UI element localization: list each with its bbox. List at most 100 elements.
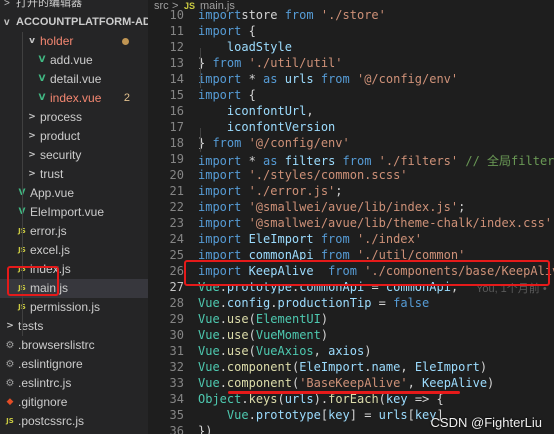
code-token: import (198, 232, 249, 246)
code-token: '@smallwei/avue/lib/theme-chalk/index.cs… (248, 216, 553, 230)
code-token: keys (248, 392, 278, 406)
folder-chevron-icon: > (28, 131, 36, 141)
file-tree-item-label: security (40, 148, 82, 162)
code-token: axios (328, 344, 365, 358)
code-line[interactable]: Vue.component('BaseKeepAlive', KeepAlive… (198, 376, 494, 390)
file-tree-item-label: trust (40, 167, 64, 181)
component-underline (228, 391, 460, 394)
code-line[interactable]: import '@smallwei/avue/lib/theme-chalk/i… (198, 216, 554, 230)
vue-file-icon: V (38, 55, 46, 65)
file-tree-item-label: index.vue (50, 91, 102, 105)
file-tree-item-label: error.js (30, 224, 67, 238)
code-line[interactable]: } from './util/util' (198, 56, 343, 70)
file-tree-item-label: process (40, 110, 83, 124)
code-line[interactable]: import EleImport from './index' (198, 232, 422, 246)
code-token: Vue (198, 328, 220, 342)
code-line[interactable]: Vue.use(VueMoment) (198, 328, 328, 342)
code-token: Vue (198, 360, 220, 374)
code-line[interactable]: iconfontUrl, (198, 104, 314, 118)
code-line[interactable]: import { (198, 24, 256, 38)
code-line[interactable]: Vue.component(EleImport.name, EleImport) (198, 360, 487, 374)
code-token: urls (378, 408, 408, 422)
code-token: => { (407, 392, 444, 406)
code-token: use (226, 344, 249, 358)
code-line[interactable]: }) (198, 424, 212, 434)
code-line[interactable]: loadStyle (198, 40, 292, 54)
code-line[interactable]: iconfontVersion (198, 120, 335, 134)
code-line[interactable]: import './styles/common.scss' (198, 168, 408, 182)
chevron-right-icon: > (4, 0, 10, 9)
code-token: from (212, 56, 249, 70)
code-token: . (219, 360, 227, 374)
code-line[interactable]: } from '@/config/env' (198, 136, 350, 150)
code-token: '@/config/env' (356, 72, 459, 86)
file-tree-item-label: add.vue (50, 53, 93, 67)
folder-chevron-icon: v (29, 36, 35, 46)
code-token: ). (313, 392, 329, 406)
code-token: Vue (198, 312, 220, 326)
code-line[interactable]: Vue.prototype[key] = urls[key] (198, 408, 444, 422)
code-token: as (263, 154, 285, 168)
code-line[interactable]: importstore from './store' (198, 8, 386, 22)
code-line[interactable]: Vue.use(ElementUI) (198, 312, 328, 326)
file-tree-item-label: permission.js (30, 300, 101, 314)
file-tree-item-label: .postcssrc.js (18, 414, 85, 428)
code-line[interactable]: import * as filters from './filters' // … (198, 152, 554, 169)
code-line[interactable]: import { (198, 88, 256, 102)
code-token: from (320, 72, 357, 86)
code-token: import (198, 8, 242, 22)
code-token: , (306, 104, 314, 118)
code-line[interactable]: Vue.use(VueAxios, axios) (198, 344, 371, 358)
code-token: forEach (328, 392, 379, 406)
file-tree-item-label: .eslintrc.js (18, 376, 72, 390)
code-token: . (241, 392, 249, 406)
code-line[interactable]: import * as urls from '@/config/env' (198, 72, 458, 86)
code-token: import (198, 72, 242, 86)
file-tree-item[interactable]: ⚙ .eslintignore (0, 355, 148, 374)
code-editor[interactable]: src > JS main.js 10 importstore from './s… (148, 0, 554, 434)
code-token: import (198, 88, 242, 102)
config-file-icon: ⚙ (5, 378, 15, 389)
code-token: ElementUI (255, 312, 321, 326)
line-number: 23 (169, 216, 184, 230)
code-token: import (198, 184, 249, 198)
code-token: './error.js' (248, 184, 336, 198)
file-tree-item-label: holder (40, 34, 74, 48)
file-tree-item[interactable]: ◆ .gitignore (0, 393, 148, 412)
code-token: as (263, 72, 285, 86)
open-editors-header[interactable]: > 打开的编辑器 (0, 0, 148, 13)
code-line[interactable]: Object.keys(urls).forEach(key => { (198, 392, 444, 406)
code-token: . (219, 312, 227, 326)
file-tree-item[interactable]: ⚙ .browserslistrc (0, 336, 148, 355)
project-header[interactable]: v ACCOUNTPLATFORM-AD... (0, 13, 148, 32)
main-js-highlight-box (7, 266, 59, 296)
code-token: { (241, 24, 256, 38)
code-token: VueMoment (255, 328, 321, 342)
code-token: './store' (320, 8, 386, 22)
file-tree-item-label: App.vue (30, 186, 75, 200)
code-token: }) (198, 424, 213, 434)
file-tree-item-label: .gitignore (18, 395, 68, 409)
code-token: Vue (198, 376, 220, 390)
code-token: Object (198, 392, 242, 406)
watermark: CSDN @FighterLiu (430, 415, 542, 430)
code-token: import (198, 154, 242, 168)
file-tree-item[interactable]: JS .postcssrc.js (0, 412, 148, 431)
line-number: 10 (169, 8, 184, 22)
code-line[interactable]: import '@smallwei/avue/lib/index.js'; (198, 200, 465, 214)
code-token: // 全局filter (458, 154, 554, 168)
code-token: . (219, 376, 227, 390)
vue-file-icon: V (38, 74, 46, 84)
code-token: productionTip (277, 296, 372, 310)
file-tree-item[interactable]: ⚙ .eslintrc.js (0, 374, 148, 393)
problem-count-badge: 2 (123, 92, 130, 104)
code-token: EleImport (299, 360, 365, 374)
code-token: component (226, 360, 292, 374)
code-line[interactable]: Vue.config.productionTip = false (198, 296, 429, 310)
code-line[interactable]: import './error.js'; (198, 184, 343, 198)
file-tree-item-label: EleImport.vue (30, 205, 105, 219)
code-token: iconfontVersion (198, 120, 336, 134)
line-number: 27 (169, 280, 184, 294)
line-number: 20 (169, 168, 184, 182)
code-token: 'BaseKeepAlive' (299, 376, 408, 390)
